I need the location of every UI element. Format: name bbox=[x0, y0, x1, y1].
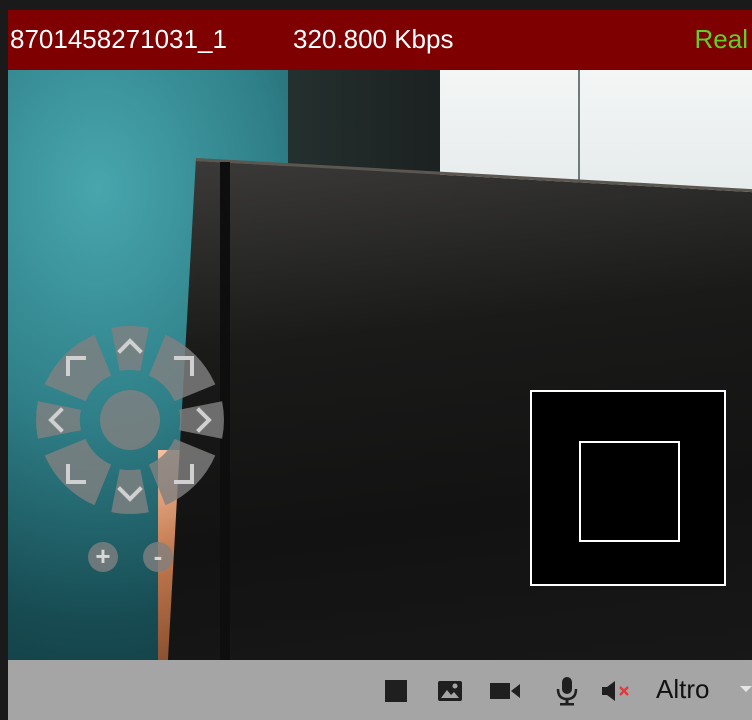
ptz-down-button[interactable] bbox=[111, 469, 149, 514]
zoom-out-button[interactable]: - bbox=[143, 542, 173, 572]
stream-mode-label[interactable]: Real bbox=[695, 24, 748, 55]
live-view-window: 8701458271031_1 320.800 Kbps Real + - Al… bbox=[0, 0, 752, 720]
speaker-muted-icon bbox=[602, 681, 629, 701]
record-button[interactable] bbox=[488, 678, 522, 704]
snapshot-icon bbox=[438, 681, 462, 701]
video-scene-dark-object bbox=[288, 70, 458, 180]
video-camera-icon bbox=[490, 683, 520, 699]
ptz-down-right-button[interactable] bbox=[148, 438, 216, 506]
stop-button[interactable] bbox=[383, 678, 409, 704]
bottom-toolbar: Altro bbox=[8, 660, 752, 720]
minimap-viewport-rect[interactable] bbox=[579, 441, 680, 542]
audio-toggle-button[interactable] bbox=[600, 678, 634, 704]
ptz-left-button[interactable] bbox=[36, 401, 81, 439]
camera-id: 8701458271031_1 bbox=[10, 24, 227, 54]
microphone-icon bbox=[556, 677, 578, 706]
digital-zoom-minimap[interactable] bbox=[530, 390, 726, 586]
ptz-down-left-button[interactable] bbox=[44, 438, 112, 506]
ptz-control bbox=[30, 320, 230, 520]
ptz-up-left-button[interactable] bbox=[44, 334, 112, 402]
ptz-up-right-button[interactable] bbox=[148, 334, 216, 402]
chevron-down-icon[interactable] bbox=[740, 686, 752, 692]
ptz-center-button[interactable] bbox=[100, 390, 160, 450]
zoom-in-button[interactable]: + bbox=[88, 542, 118, 572]
video-title-bar: 8701458271031_1 320.800 Kbps Real bbox=[8, 10, 752, 70]
bitrate-readout: 320.800 Kbps bbox=[293, 24, 454, 54]
ptz-right-button[interactable] bbox=[179, 401, 224, 439]
more-menu-button[interactable]: Altro bbox=[656, 674, 709, 705]
stop-icon bbox=[385, 680, 407, 702]
ptz-up-button[interactable] bbox=[111, 326, 149, 371]
microphone-button[interactable] bbox=[554, 677, 580, 706]
snapshot-button[interactable] bbox=[435, 678, 465, 704]
